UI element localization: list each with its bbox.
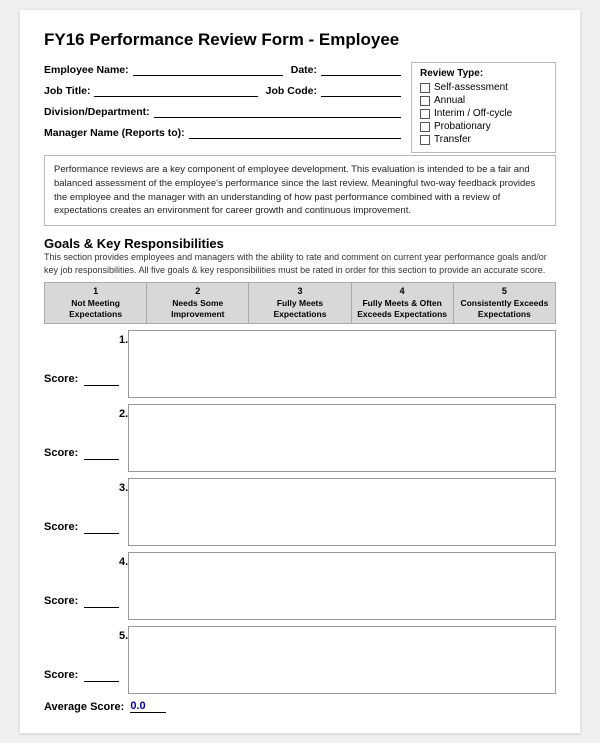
manager-field[interactable] <box>189 125 401 139</box>
item-number-5: 5. <box>119 626 128 642</box>
goal-textbox-5[interactable] <box>128 626 556 694</box>
average-score-value: 0.0 <box>130 700 166 713</box>
goal-item-1: Score: 1. <box>44 330 556 398</box>
item-number-2: 2. <box>119 404 128 420</box>
job-title-field[interactable] <box>94 83 257 97</box>
review-type-annual[interactable]: Annual <box>420 95 547 106</box>
goal-item-5: Score: 5. <box>44 626 556 694</box>
goals-section-title: Goals & Key Responsibilities <box>44 236 556 251</box>
rating-col-5: 5Consistently ExceedsExpectations <box>453 283 555 324</box>
average-score-label: Average Score: <box>44 701 124 713</box>
score-label-5: Score: <box>44 669 78 681</box>
rating-col-1: 1Not MeetingExpectations <box>45 283 147 324</box>
page-title: FY16 Performance Review Form - Employee <box>44 30 556 50</box>
date-field[interactable] <box>321 62 401 76</box>
checkbox-transfer[interactable] <box>420 135 430 145</box>
score-field-5[interactable] <box>84 668 119 682</box>
job-code-field[interactable] <box>321 83 401 97</box>
date-label: Date: <box>291 64 317 76</box>
employee-name-field[interactable] <box>133 62 283 76</box>
score-label-4: Score: <box>44 595 78 607</box>
page: FY16 Performance Review Form - Employee … <box>20 10 580 733</box>
annual-label: Annual <box>434 95 465 106</box>
job-code-label: Job Code: <box>266 85 317 97</box>
score-label-2: Score: <box>44 447 78 459</box>
review-type-title: Review Type: <box>420 68 547 79</box>
score-field-1[interactable] <box>84 372 119 386</box>
rating-col-2: 2Needs SomeImprovement <box>147 283 249 324</box>
rating-table: 1Not MeetingExpectations 2Needs SomeImpr… <box>44 282 556 324</box>
rating-col-4: 4Fully Meets & OftenExceeds Expectations <box>351 283 453 324</box>
score-field-4[interactable] <box>84 594 119 608</box>
review-type-interim[interactable]: Interim / Off-cycle <box>420 108 547 119</box>
average-score-row: Average Score: 0.0 <box>44 700 556 713</box>
item-number-1: 1. <box>119 330 128 346</box>
review-type-self[interactable]: Self-assessment <box>420 82 547 93</box>
item-number-4: 4. <box>119 552 128 568</box>
goal-textbox-3[interactable] <box>128 478 556 546</box>
goal-item-2: Score: 2. <box>44 404 556 472</box>
goal-textbox-2[interactable] <box>128 404 556 472</box>
goal-item-3: Score: 3. <box>44 478 556 546</box>
score-field-2[interactable] <box>84 446 119 460</box>
interim-label: Interim / Off-cycle <box>434 108 512 119</box>
score-field-3[interactable] <box>84 520 119 534</box>
goal-textbox-4[interactable] <box>128 552 556 620</box>
intro-box: Performance reviews are a key component … <box>44 155 556 226</box>
transfer-label: Transfer <box>434 134 471 145</box>
checkbox-annual[interactable] <box>420 96 430 106</box>
review-type-probationary[interactable]: Probationary <box>420 121 547 132</box>
review-type-box: Review Type: Self-assessment Annual Inte… <box>411 62 556 153</box>
division-field[interactable] <box>154 104 401 118</box>
rating-col-3: 3Fully MeetsExpectations <box>249 283 351 324</box>
score-label-1: Score: <box>44 373 78 385</box>
job-title-label: Job Title: <box>44 85 90 97</box>
employee-name-label: Employee Name: <box>44 64 129 76</box>
division-label: Division/Department: <box>44 106 150 118</box>
self-assessment-label: Self-assessment <box>434 82 508 93</box>
goal-textbox-1[interactable] <box>128 330 556 398</box>
intro-text: Performance reviews are a key component … <box>54 164 535 216</box>
review-type-transfer[interactable]: Transfer <box>420 134 547 145</box>
item-number-3: 3. <box>119 478 128 494</box>
checkbox-self-assessment[interactable] <box>420 83 430 93</box>
checkbox-probationary[interactable] <box>420 122 430 132</box>
goal-item-4: Score: 4. <box>44 552 556 620</box>
goals-section-subtitle: This section provides employees and mana… <box>44 251 556 276</box>
checkbox-interim[interactable] <box>420 109 430 119</box>
probationary-label: Probationary <box>434 121 491 132</box>
score-label-3: Score: <box>44 521 78 533</box>
manager-label: Manager Name (Reports to): <box>44 127 185 139</box>
